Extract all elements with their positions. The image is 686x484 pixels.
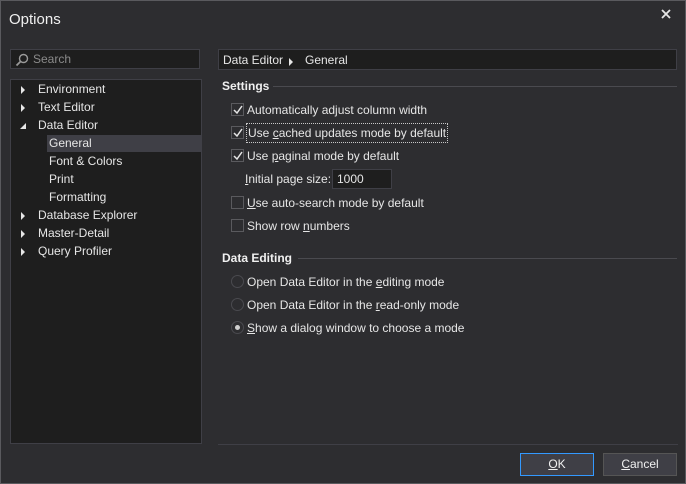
checkbox-label: Use auto-search mode by default [247,196,424,210]
page-size-input[interactable] [332,169,392,189]
cancel-button[interactable]: Cancel [603,453,677,476]
breadcrumb-parent[interactable]: Data Editor [223,53,283,67]
close-icon[interactable] [659,7,673,21]
ok-button[interactable]: OK [520,453,594,476]
tree-item-label: Environment [38,82,106,96]
breadcrumb-current: General [305,53,348,67]
tree-item-font-colors[interactable]: Font & Colors [47,153,201,170]
tree-item-label: Query Profiler [38,244,113,258]
page-size-label: Initial page size: [245,172,332,186]
dialog-title: Options [9,11,61,28]
checkbox-box[interactable] [231,126,244,139]
tree-item-label: Master-Detail [38,226,110,240]
data-editing-heading: Data Editing [222,251,293,265]
data-editing-divider [298,258,677,259]
checkbox-label: Show row numbers [247,219,350,233]
settings-heading: Settings [222,79,270,93]
checkbox-label: Use cached updates mode by default [245,123,449,143]
check-icon [233,151,243,161]
breadcrumb-separator-icon [289,55,294,69]
radio-button[interactable] [231,275,244,288]
checkbox-label: Use paginal mode by default [247,149,400,163]
expand-arrow-icon[interactable] [17,207,29,224]
tree-item-label: Formatting [49,190,107,204]
checkbox-label: Automatically adjust column width [247,103,428,117]
settings-divider [273,86,677,87]
search-input[interactable] [33,50,193,68]
checkbox-box[interactable] [231,149,244,162]
search-icon [15,53,29,70]
search-box [10,49,200,69]
tree-item-general[interactable]: General [47,135,201,152]
tree-item-formatting[interactable]: Formatting [47,189,201,206]
tree-item-label: Font & Colors [49,154,123,168]
checkbox-box[interactable] [231,196,244,209]
collapse-arrow-icon[interactable] [17,117,29,134]
expand-arrow-icon[interactable] [17,99,29,116]
footer-divider [218,444,678,445]
tree-item-label: Database Explorer [38,208,138,222]
checkbox-box[interactable] [231,103,244,116]
radio-label: Show a dialog window to choose a mode [247,321,465,335]
tree-item-label: General [49,136,92,150]
radio-button[interactable] [231,298,244,311]
radio-label: Open Data Editor in the read-only mode [247,298,460,312]
radio-label: Open Data Editor in the editing mode [247,275,445,289]
radio-button[interactable] [231,321,244,334]
expand-arrow-icon[interactable] [17,81,29,98]
tree-item-label: Data Editor [38,118,99,132]
options-tree: Environment Text Editor Data Editor Gene… [10,79,202,444]
options-dialog: Options Environment Text Editor Data Edi… [0,0,686,484]
breadcrumb: Data Editor General [218,49,677,70]
expand-arrow-icon[interactable] [17,225,29,242]
check-icon [233,105,243,115]
tree-item-label: Text Editor [38,100,95,114]
expand-arrow-icon[interactable] [17,243,29,260]
tree-item-print[interactable]: Print [47,171,201,188]
tree-item-label: Print [49,172,74,186]
checkbox-box[interactable] [231,219,244,232]
check-icon [233,128,243,138]
